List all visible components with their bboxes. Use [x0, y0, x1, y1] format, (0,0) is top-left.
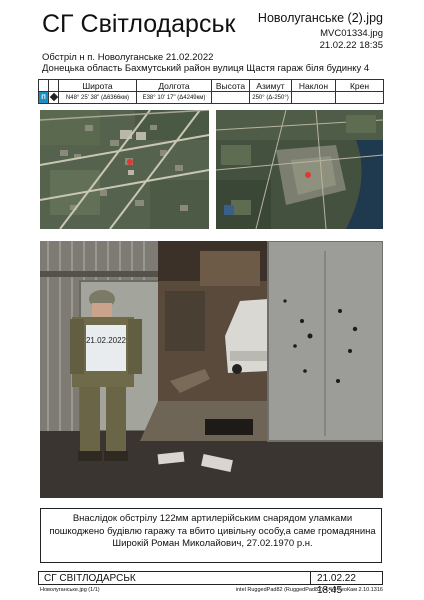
- marker-badge: П: [38, 91, 49, 104]
- header-roll: Крен: [335, 79, 384, 92]
- value-latitude: N48° 25' 38" (Δ6366км): [58, 91, 137, 104]
- empty-cell: [38, 79, 49, 92]
- footer-device: intel RuggedPad82 (RuggedPad82) 4:4.4 Ге…: [235, 587, 383, 593]
- source-file: MVC01334.jpg: [320, 28, 383, 39]
- satellite-map-zoomed: [40, 110, 209, 229]
- sign-text: 21.02.2022: [86, 336, 127, 345]
- footer-divider: [310, 572, 311, 584]
- coords-header-row: Широта Долгота Высота Азимут Наклон Крен: [38, 79, 384, 92]
- caption-box: Внаслідок обстрілу 122мм артилерійським …: [40, 508, 382, 563]
- header-longitude: Долгота: [136, 79, 212, 92]
- capture-datetime: 21.02.22 18:35: [319, 40, 383, 51]
- page-title: СГ Світлодарськ: [42, 10, 236, 38]
- value-longitude: E38° 10' 17" (Δ4249км): [136, 91, 212, 104]
- header-altitude: Высота: [211, 79, 250, 92]
- footer-filename: Новолуганське.jpg (1/1): [40, 587, 100, 593]
- filename: Новолуганське (2).jpg: [257, 11, 383, 25]
- header-latitude: Широта: [58, 79, 137, 92]
- value-altitude: [211, 91, 250, 104]
- footer-unit: СГ СВІТЛОДАРСЬК: [44, 573, 136, 584]
- header-tilt: Наклон: [291, 79, 336, 92]
- empty-cell: [48, 79, 59, 92]
- value-tilt: [291, 91, 336, 104]
- header-azimuth: Азимут: [249, 79, 292, 92]
- footer-bar: СГ СВІТЛОДАРСЬК 21.02.22 18:45: [38, 571, 383, 596]
- location-line-1: Обстріл н п. Новолуганське 21.02.2022: [42, 52, 214, 63]
- garage-damage-photo: 21.02.2022: [40, 241, 383, 498]
- location-line-2: Донецька область Бахмутський район вулиц…: [42, 63, 370, 74]
- coords-value-row: П N48° 25' 38" (Δ6366км) E38° 10' 17" (Δ…: [38, 91, 384, 104]
- value-azimuth: 250° (Δ-250°): [249, 91, 292, 104]
- satellite-map-wide: [216, 110, 383, 229]
- diamond-icon: [48, 91, 59, 104]
- coordinates-table: Широта Долгота Высота Азимут Наклон Крен…: [38, 79, 384, 104]
- value-roll: [335, 91, 384, 104]
- incident-description: Внаслідок обстрілу 122мм артилерійським …: [49, 513, 376, 549]
